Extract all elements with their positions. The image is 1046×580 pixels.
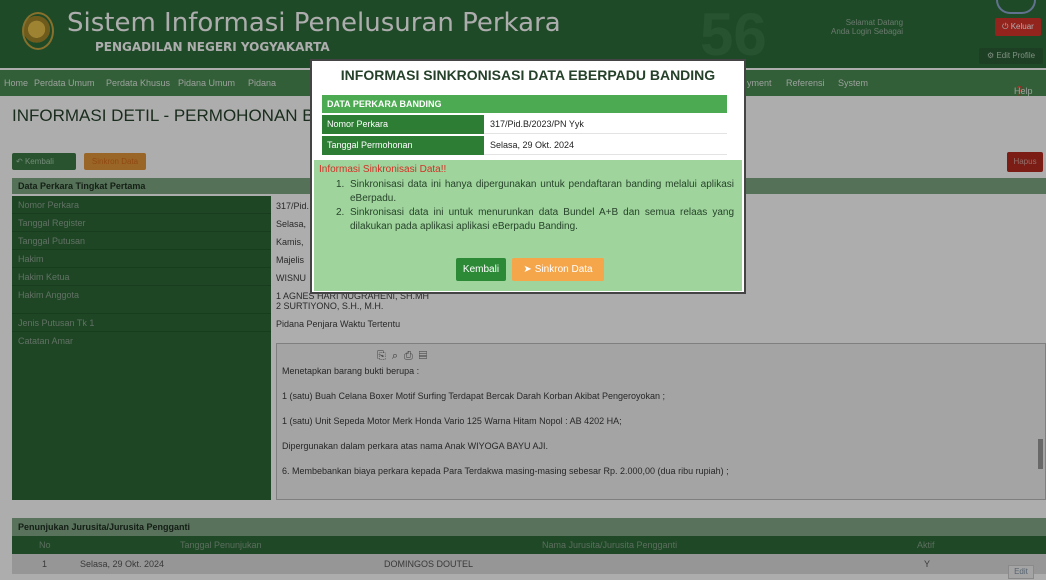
sync-info-modal: INFORMASI SINKRONISASI DATA EBERPADU BAN… (310, 59, 746, 294)
modal-row-value: Selasa, 29 Okt. 2024 (484, 136, 727, 155)
modal-title: INFORMASI SINKRONISASI DATA EBERPADU BAN… (340, 67, 716, 83)
modal-row-value: 317/Pid.B/2023/PN Yyk (484, 115, 727, 134)
info-title: Informasi Sinkronisasi Data!! (319, 164, 447, 175)
modal-table-header: DATA PERKARA BANDING (322, 95, 727, 113)
modal-footer: Kembali ➤ Sinkron Data (314, 244, 742, 291)
info-list: 1. Sinkronisasi data ini hanya dipergunak… (336, 178, 734, 234)
list-item: 2. Sinkronisasi data ini untuk menurunkan… (336, 207, 734, 232)
modal-back-button[interactable]: Kembali (456, 258, 506, 281)
list-item: 1. Sinkronisasi data ini hanya dipergunak… (336, 179, 734, 204)
modal-row-label: Nomor Perkara (322, 115, 484, 134)
modal-row-label: Tanggal Permohonan (322, 136, 484, 155)
sync-info-panel: Informasi Sinkronisasi Data!! 1. Sinkroni… (314, 160, 742, 244)
send-icon: ➤ (523, 264, 532, 275)
modal-sync-label: Sinkron Data (534, 264, 593, 275)
modal-sync-button[interactable]: ➤ Sinkron Data (512, 258, 604, 281)
